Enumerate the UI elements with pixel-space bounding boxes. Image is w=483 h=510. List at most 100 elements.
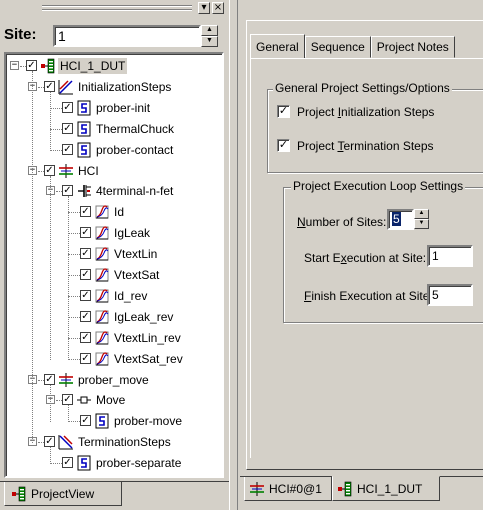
tab-label: HCI#0@1 — [269, 481, 322, 496]
tab-hci-1-dut[interactable]: HCI_1_DUT — [332, 476, 440, 501]
tab-sequence[interactable]: Sequence — [304, 36, 371, 58]
node-checkbox[interactable]: ✓ — [44, 436, 55, 448]
node-checkbox[interactable]: ✓ — [44, 373, 55, 385]
tree-node[interactable]: ✓ VtextSat — [6, 266, 222, 284]
node-label: HCI — [78, 163, 99, 178]
spin-up-icon[interactable]: ▲ — [414, 209, 429, 219]
dock-toggle-button[interactable]: ▾ — [198, 2, 210, 14]
spin-down-icon[interactable]: ▼ — [201, 36, 218, 47]
project-settings-pane: General Sequence Project Notes General P… — [240, 0, 483, 510]
tree-node[interactable]: ✓ prober-init — [6, 99, 222, 117]
tree-connector — [68, 275, 80, 276]
move-icon — [77, 396, 91, 404]
tree-node[interactable]: − ✓ prober_move — [6, 371, 222, 389]
node-checkbox[interactable]: ✓ — [80, 415, 91, 427]
finish-site-label: Finish Execution at Site: — [304, 289, 433, 303]
node-checkbox[interactable]: ✓ — [80, 206, 91, 218]
tree-node[interactable]: − ✓ HCI — [6, 162, 222, 180]
subsite-icon — [59, 372, 73, 387]
tree-node[interactable]: − ✓ HCI_1_DUT — [6, 57, 222, 75]
node-label: prober-separate — [96, 456, 182, 471]
node-checkbox[interactable]: ✓ — [62, 143, 73, 155]
tree-connector — [50, 91, 51, 151]
script-icon — [77, 142, 91, 158]
tree-node[interactable]: ✓ IgLeak — [6, 224, 222, 242]
node-checkbox[interactable]: ✓ — [26, 60, 37, 71]
node-checkbox[interactable]: ✓ — [62, 394, 73, 406]
node-label: prober-init — [96, 100, 151, 115]
tab-project-notes[interactable]: Project Notes — [370, 36, 455, 58]
test-icon — [95, 289, 109, 303]
node-checkbox[interactable]: ✓ — [44, 164, 55, 176]
collapse-icon[interactable]: − — [10, 61, 19, 70]
init-steps-label[interactable]: Project Initialization Steps — [297, 105, 434, 119]
grip-bar — [42, 9, 192, 11]
tree-connector — [50, 463, 62, 465]
tree-connector — [68, 233, 80, 235]
tab-label: ProjectView — [31, 486, 95, 501]
tree-node[interactable]: − ✓ TerminationSteps — [6, 433, 222, 451]
tree-node[interactable]: ✓ Id_rev — [6, 287, 222, 305]
project-tree[interactable]: − ✓ HCI_1_DUT − ✓ InitializationSteps ✓ prober-… — [4, 52, 224, 478]
tree-node[interactable]: ✓ Id — [6, 203, 222, 221]
node-checkbox[interactable]: ✓ — [80, 331, 91, 343]
spin-down-icon[interactable]: ▼ — [414, 219, 429, 229]
num-sites-input[interactable]: 5 — [387, 209, 414, 230]
tree-connector — [50, 384, 51, 423]
term-steps-checkbox[interactable]: ✓ — [277, 139, 290, 152]
node-label: prober-move — [114, 414, 183, 429]
site-input[interactable]: 1 — [53, 25, 201, 47]
tree-node[interactable]: − ✓ InitializationSteps — [6, 78, 222, 96]
node-checkbox[interactable]: ✓ — [80, 269, 91, 280]
node-checkbox[interactable]: ✓ — [80, 227, 91, 239]
node-checkbox[interactable]: ✓ — [80, 248, 91, 260]
node-checkbox[interactable]: ✓ — [62, 457, 73, 469]
tree-node[interactable]: ✓ VtextSat_rev — [6, 350, 222, 368]
num-sites-spinner[interactable]: ▲ ▼ — [414, 209, 429, 229]
loop-settings-title: Project Execution Loop Settings — [291, 179, 466, 193]
test-icon — [95, 247, 109, 261]
tree-node[interactable]: ✓ VtextLin — [6, 245, 222, 263]
node-label: 4terminal-n-fet — [96, 184, 174, 199]
tree-node[interactable]: ✓ prober-separate — [6, 454, 222, 472]
pane-splitter[interactable] — [229, 0, 238, 510]
node-checkbox[interactable]: ✓ — [62, 122, 73, 134]
init-steps-checkbox[interactable]: ✓ — [277, 105, 290, 118]
finish-site-input[interactable]: 5 — [427, 284, 473, 306]
node-checkbox[interactable]: ✓ — [80, 310, 91, 322]
node-checkbox[interactable]: ✓ — [44, 80, 55, 92]
tree-connector — [50, 128, 62, 130]
node-label: prober-contact — [96, 142, 174, 157]
node-label: HCI_1_DUT — [58, 58, 128, 74]
pane-titlebar[interactable]: ▾ × — [2, 2, 227, 16]
tree-node[interactable]: − ✓ Move — [6, 391, 222, 409]
tree-node[interactable]: ✓ prober-contact — [6, 141, 222, 159]
node-checkbox[interactable]: ✓ — [62, 101, 73, 113]
tab-hci-0-1[interactable]: HCI#0@1 — [244, 477, 332, 501]
tree-connector — [68, 295, 80, 297]
tree-node[interactable]: ✓ VtextLin_rev — [6, 329, 222, 347]
test-icon — [95, 351, 109, 366]
node-label: VtextSat_rev — [114, 351, 183, 366]
node-label: Id_rev — [114, 288, 148, 303]
tree-node[interactable]: ✓ IgLeak_rev — [6, 308, 222, 326]
script-icon — [77, 455, 91, 471]
close-icon[interactable]: × — [212, 2, 224, 14]
tree-node[interactable]: ✓ prober-move — [6, 412, 222, 430]
term-steps-label[interactable]: Project Termination Steps — [297, 139, 434, 153]
test-icon — [95, 331, 109, 345]
node-label: InitializationSteps — [78, 79, 172, 94]
tree-connector — [68, 212, 80, 214]
tree-node[interactable]: − ✓ 4terminal-n-fet — [6, 182, 222, 200]
node-checkbox[interactable]: ✓ — [62, 185, 73, 197]
spin-up-icon[interactable]: ▲ — [201, 25, 218, 36]
tree-connector — [50, 175, 51, 360]
tree-node[interactable]: ✓ ThermalChuck — [6, 120, 222, 138]
node-checkbox[interactable]: ✓ — [80, 352, 91, 364]
tab-project-view[interactable]: ProjectView — [4, 482, 122, 506]
device-icon — [78, 185, 91, 198]
node-checkbox[interactable]: ✓ — [80, 289, 91, 301]
site-spinner[interactable]: ▲ ▼ — [201, 25, 218, 47]
tab-general[interactable]: General — [250, 34, 305, 59]
start-site-input[interactable]: 1 — [427, 245, 473, 267]
